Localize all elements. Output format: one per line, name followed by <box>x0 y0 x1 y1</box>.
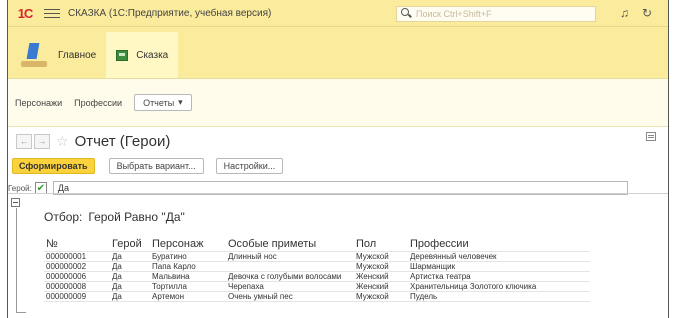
app-title: СКАЗКА (1С:Предприятие, учебная версия) <box>68 7 272 19</box>
chevron-down-icon: ▾ <box>178 97 183 107</box>
table-cell: Да <box>110 271 150 282</box>
history-icon[interactable]: ↻ <box>642 6 652 20</box>
page-title: Отчет (Герои) <box>74 132 171 150</box>
table-cell: Мужской <box>354 261 408 272</box>
filter-label: Герой: <box>8 183 32 193</box>
table-cell: Очень умный пес <box>226 291 354 302</box>
column-header: № <box>44 237 110 252</box>
table-cell: Папа Карло <box>150 261 226 272</box>
table-cell: Артемон <box>150 291 226 302</box>
table-cell: Мужской <box>354 251 408 262</box>
search-icon <box>401 8 413 20</box>
report-table: № Герой Персонаж Особые приметы Пол Проф… <box>44 237 590 302</box>
title-bar: 1С СКАЗКА (1С:Предприятие, учебная верси… <box>8 0 668 27</box>
table-cell: Да <box>110 291 150 302</box>
table-cell: Деревянный человечек <box>408 251 590 262</box>
home-icon <box>18 41 50 69</box>
table-cell: 000000009 <box>44 291 110 302</box>
generate-button[interactable]: Сформировать <box>12 158 95 174</box>
table-row: 000000001 Да Буратино Длинный нос Мужско… <box>44 251 590 262</box>
table-row: 000000008 Да Тортилла Черепаха Женский Х… <box>44 281 590 292</box>
report-filter-text: Герой Равно "Да" <box>88 210 185 224</box>
form-header: ← → ☆ Отчет (Герои) <box>8 127 668 155</box>
table-cell: Девочка с голубыми волосами <box>226 271 354 282</box>
command-bar: Сформировать Выбрать вариант... Настройк… <box>8 155 668 177</box>
table-cell <box>226 261 354 272</box>
column-header: Персонаж <box>150 237 226 252</box>
section-skazka-label: Сказка <box>136 49 169 61</box>
column-header: Герой <box>110 237 150 252</box>
reports-label: Отчеты <box>143 97 175 108</box>
table-row: 000000009 Да Артемон Очень умный пес Муж… <box>44 291 590 302</box>
table-cell: Да <box>110 251 150 262</box>
table-cell: Шарманщик <box>408 261 590 272</box>
table-cell: Женский <box>354 281 408 292</box>
report-filter-label: Отбор: <box>44 210 83 224</box>
column-header: Особые приметы <box>226 237 354 252</box>
section-main[interactable]: Главное <box>8 32 106 78</box>
table-cell: Длинный нос <box>226 251 354 262</box>
check-icon: ✔ <box>36 182 46 194</box>
forward-button[interactable]: → <box>34 133 50 149</box>
choose-variant-button[interactable]: Выбрать вариант... <box>108 158 204 174</box>
group-bracket <box>16 208 26 313</box>
table-cell: Тортилла <box>150 281 226 292</box>
table-cell: Черепаха <box>226 281 354 292</box>
table-cell: Да <box>110 281 150 292</box>
table-cell: Мальвина <box>150 271 226 282</box>
report-filter-caption: Отбор: Герой Равно "Да" <box>44 210 185 224</box>
table-cell: 000000001 <box>44 251 110 262</box>
app-window: 1С СКАЗКА (1С:Предприятие, учебная верси… <box>7 0 669 318</box>
table-cell: Артистка театра <box>408 271 590 282</box>
reports-menu-button[interactable]: Отчеты ▾ <box>134 94 192 111</box>
table-cell: Пудель <box>408 291 590 302</box>
main-menu-icon[interactable] <box>44 8 60 18</box>
nav-link-characters[interactable]: Персонажи <box>15 98 62 108</box>
table-cell: Буратино <box>150 251 226 262</box>
search-input[interactable]: Поиск Ctrl+Shift+F <box>396 6 596 22</box>
collapse-group-icon[interactable] <box>11 198 20 207</box>
settings-button[interactable]: Настройки... <box>215 158 284 174</box>
table-cell: Мужской <box>354 291 408 302</box>
bell-icon[interactable]: ♫ <box>620 6 629 20</box>
table-cell: Женский <box>354 271 408 282</box>
book-icon <box>116 49 129 61</box>
sections-panel: Главное Сказка <box>8 27 668 79</box>
column-header: Профессии <box>408 237 590 252</box>
section-main-label: Главное <box>58 49 97 61</box>
table-cell: 000000008 <box>44 281 110 292</box>
table-cell: Хранительница Золотого ключика <box>408 281 590 292</box>
column-header: Пол <box>354 237 408 252</box>
navigation-panel: Персонажи Профессии Отчеты ▾ <box>8 79 668 127</box>
section-skazka[interactable]: Сказка <box>106 32 179 78</box>
report-result: Отбор: Герой Равно "Да" № Герой Персонаж … <box>8 193 668 318</box>
table-header-row: № Герой Персонаж Особые приметы Пол Проф… <box>44 237 590 252</box>
form-menu-icon[interactable] <box>646 132 656 141</box>
table-row: 000000002 Да Папа Карло Мужской Шарманщи… <box>44 261 590 272</box>
favorite-star-icon[interactable]: ☆ <box>56 133 69 150</box>
1c-logo: 1С <box>17 5 34 21</box>
back-button[interactable]: ← <box>16 133 32 149</box>
nav-link-professions[interactable]: Профессии <box>74 98 122 108</box>
table-cell: 000000002 <box>44 261 110 272</box>
table-cell: 000000006 <box>44 271 110 282</box>
table-cell: Да <box>110 261 150 272</box>
table-row: 000000006 Да Мальвина Девочка с голубыми… <box>44 271 590 282</box>
search-placeholder: Поиск Ctrl+Shift+F <box>416 9 492 19</box>
